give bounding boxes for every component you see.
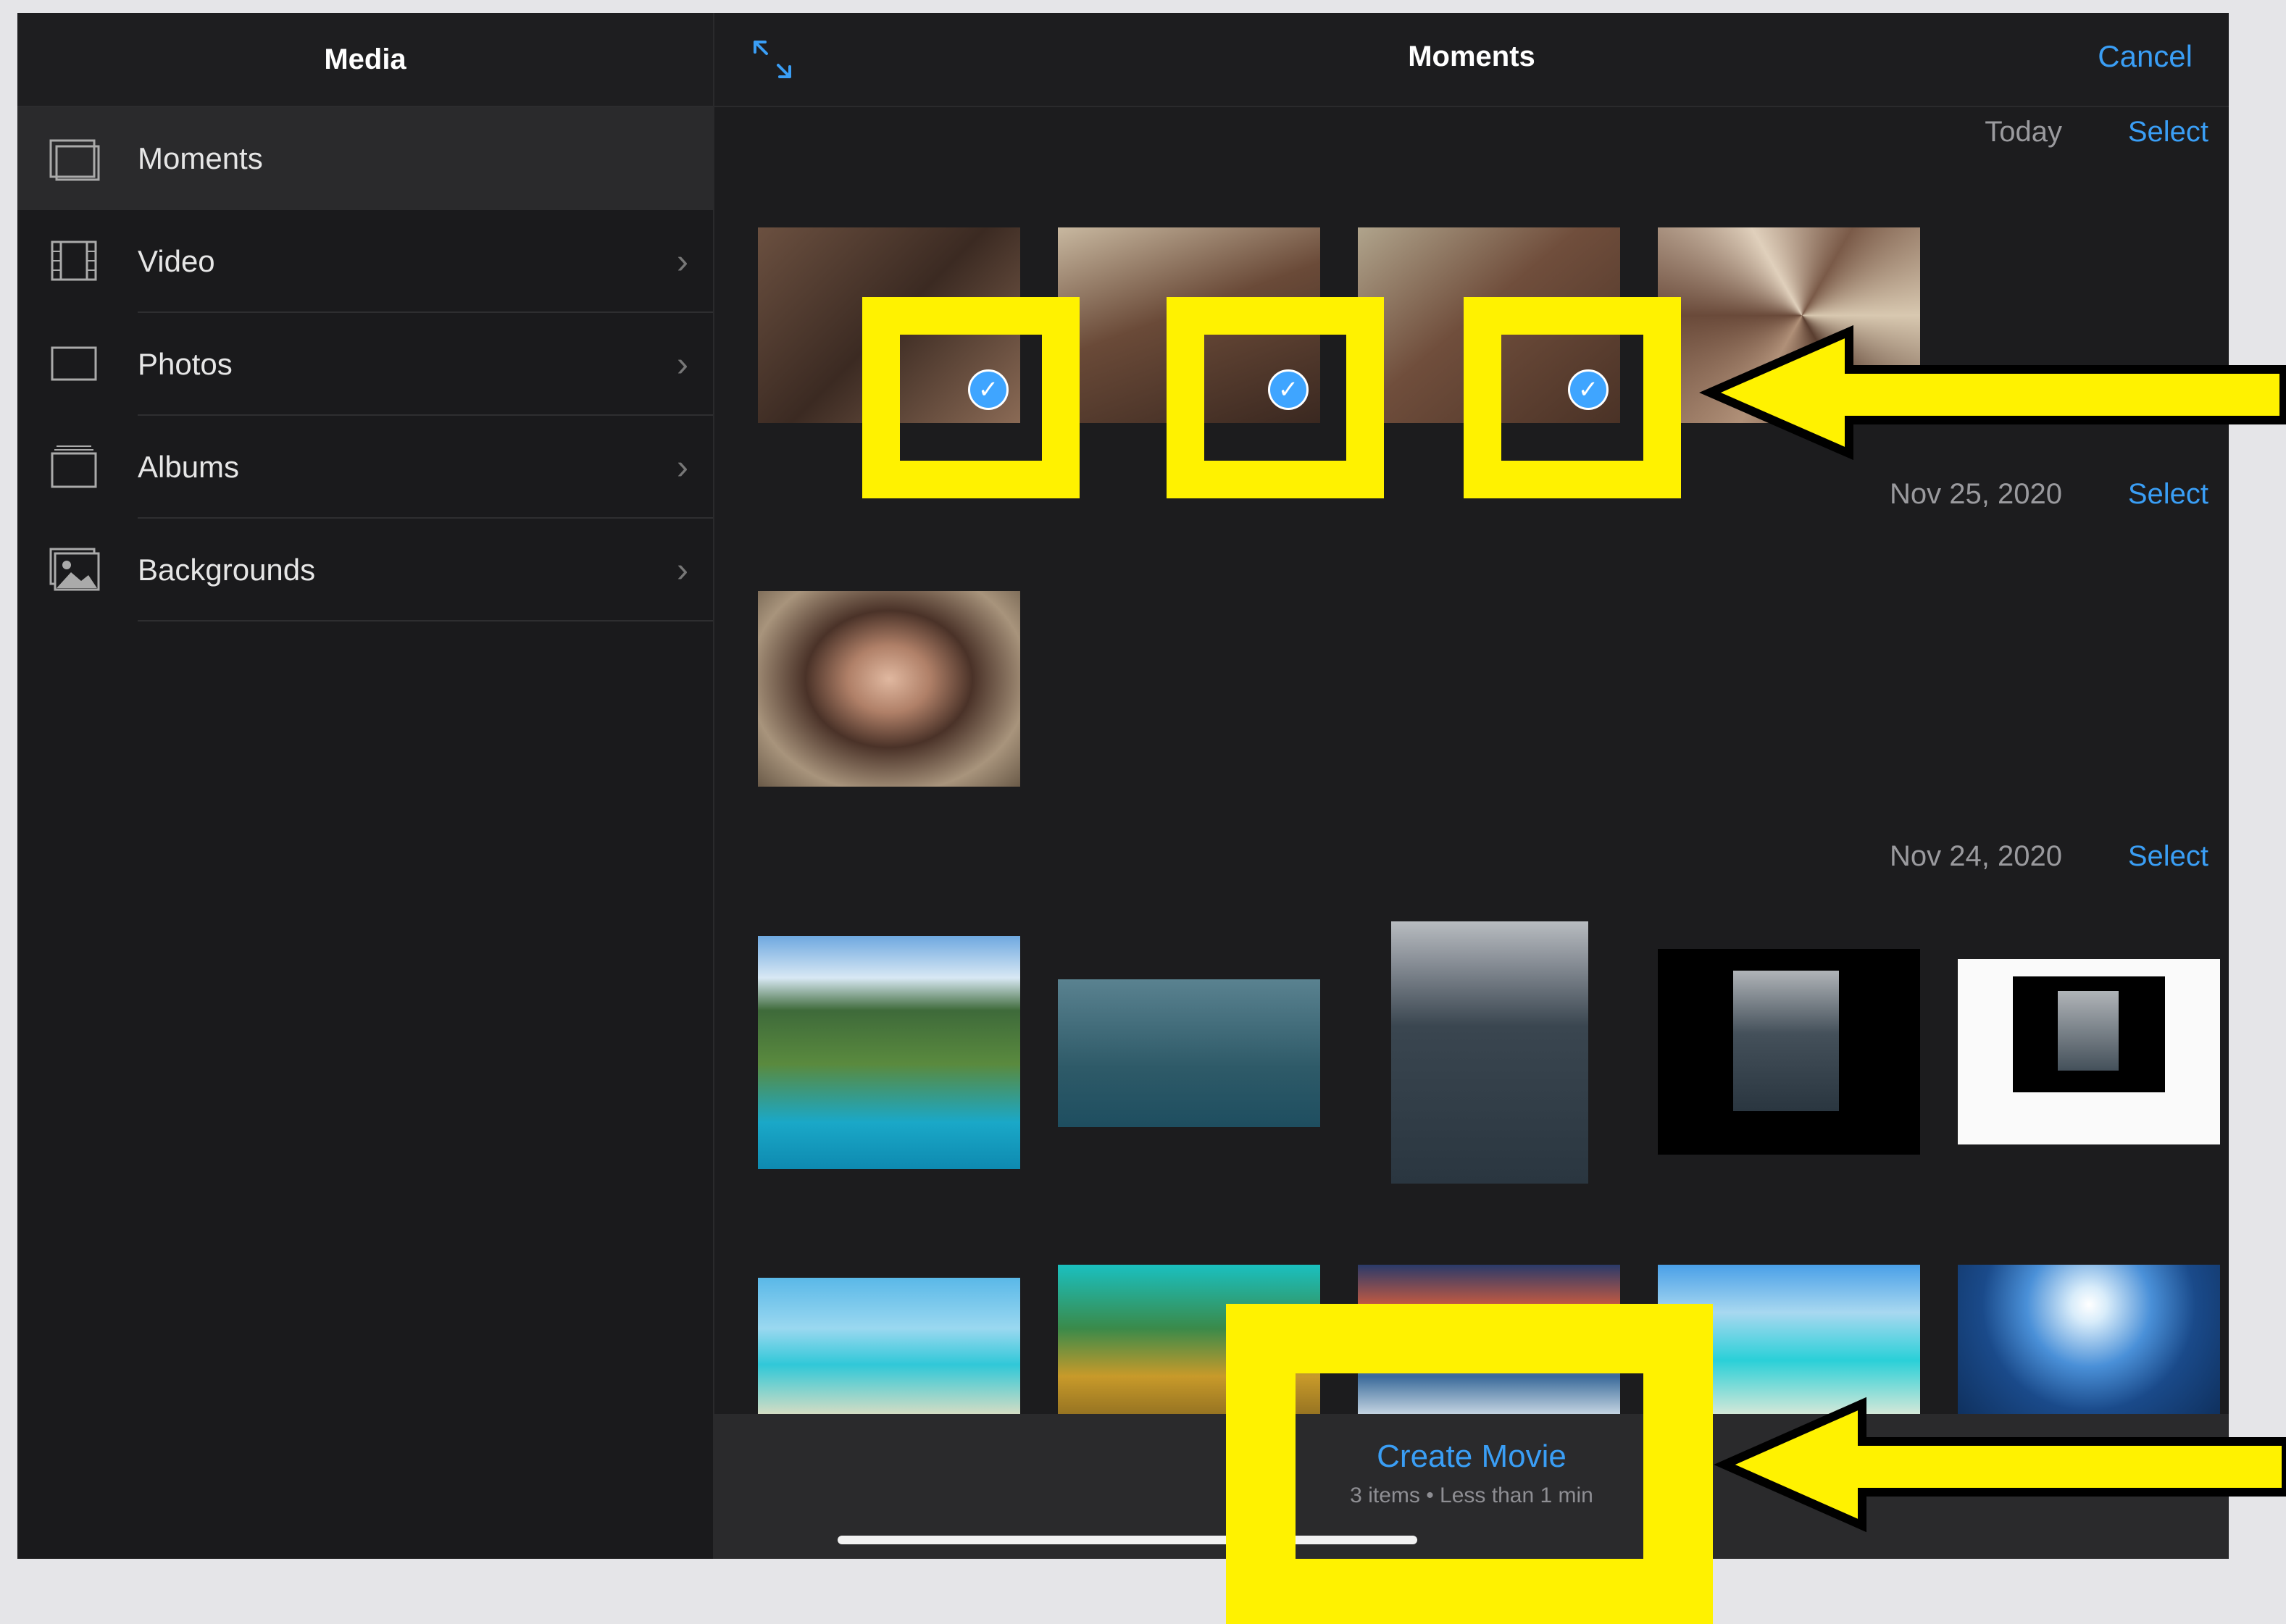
cancel-button[interactable]: Cancel [2098,39,2193,74]
landscape-image-icon [49,548,100,591]
sidebar-item-label: Photos [138,347,233,381]
select-button-nov-24[interactable]: Select [2128,840,2208,873]
sidebar-item-label: Backgrounds [138,553,316,587]
album-stack-icon [51,445,97,488]
media-thumbnail[interactable] [758,591,1020,787]
media-thumbnail[interactable] [1958,959,2220,1144]
media-thumbnail[interactable] [758,936,1020,1169]
photo-frame-icon [51,346,97,381]
sidebar-item-label: Moments [138,141,263,175]
select-button-today[interactable]: Select [2128,116,2208,148]
media-thumbnail[interactable] [1658,949,1920,1155]
highlight-box [862,297,1080,498]
media-thumbnail[interactable] [1391,921,1588,1184]
section-date-nov-25: Nov 25, 2020 [1890,478,2062,510]
arrow-left-icon [1714,1397,2286,1533]
divider [138,620,713,621]
sidebar-item-backgrounds[interactable]: Backgrounds › [17,519,713,621]
stack-icon [49,139,100,181]
top-bar: Moments Cancel [714,13,2229,107]
sidebar-item-moments[interactable]: Moments [17,107,713,210]
sidebar-item-video[interactable]: Video › [17,210,713,313]
sidebar-item-photos[interactable]: Photos › [17,313,713,416]
imovie-media-browser: Media Moments Video › Photos › Albums › … [17,13,2229,1559]
chevron-right-icon: › [677,345,688,384]
sidebar-item-label: Albums [138,450,240,484]
chevron-right-icon: › [677,448,688,487]
highlight-box [1464,297,1681,498]
sidebar-title: Media [17,13,713,107]
chevron-right-icon: › [677,242,688,281]
highlight-box [1167,297,1384,498]
arrow-left-icon [1699,325,2286,461]
media-thumbnail[interactable] [758,1278,1020,1423]
highlight-box [1226,1559,1713,1624]
media-thumbnail-inner [2013,976,2165,1092]
media-thumbnail-inner [1733,971,1839,1111]
film-icon [51,240,97,281]
home-indicator [838,1536,1417,1544]
chevron-right-icon: › [677,551,688,590]
sidebar-item-label: Video [138,244,215,278]
select-button-nov-25[interactable]: Select [2128,478,2208,511]
section-date-today: Today [1985,116,2062,148]
media-sidebar: Media Moments Video › Photos › Albums › … [17,13,714,1559]
media-thumbnail-inner [2058,991,2119,1071]
section-date-nov-24: Nov 24, 2020 [1890,840,2062,872]
highlight-box [1226,1304,1713,1373]
page-title: Moments [1408,41,1535,72]
media-thumbnail[interactable] [1058,979,1320,1127]
sidebar-item-albums[interactable]: Albums › [17,416,713,519]
